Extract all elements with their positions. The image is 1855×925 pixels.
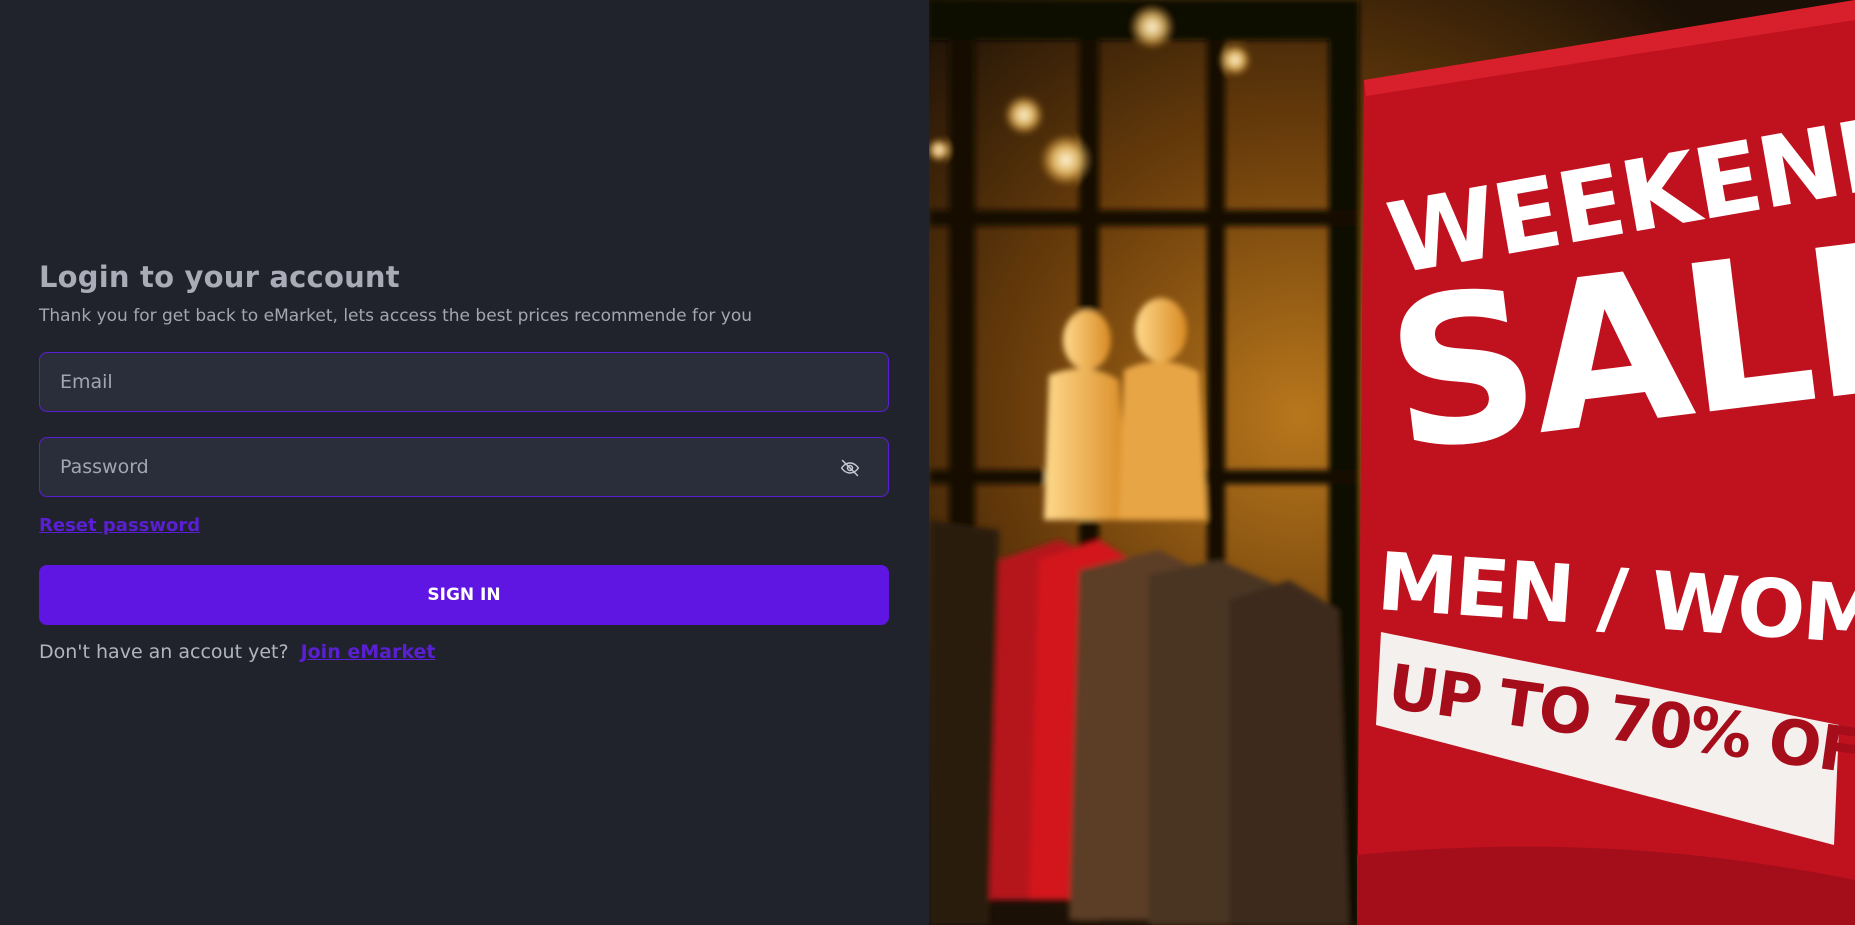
- join-emarket-link[interactable]: Join eMarket: [301, 641, 436, 663]
- email-field-wrapper: [39, 352, 889, 412]
- password-field-wrapper: [39, 437, 889, 497]
- hero-image: WEEKEND SALE MEN / WOMEN UP TO 70% OFF: [929, 0, 1855, 925]
- reset-password-link[interactable]: Reset password: [39, 515, 200, 536]
- signup-row: Don't have an accout yet? Join eMarket: [39, 641, 435, 663]
- email-field[interactable]: [40, 353, 888, 411]
- eye-off-icon[interactable]: [840, 458, 860, 478]
- password-field[interactable]: [40, 438, 888, 496]
- sign-in-button[interactable]: SIGN IN: [39, 565, 889, 625]
- page-title: Login to your account: [39, 260, 400, 294]
- signup-prompt: Don't have an accout yet?: [39, 641, 289, 663]
- login-panel: Login to your account Thank you for get …: [0, 0, 929, 925]
- store-window-illustration: [929, 0, 1855, 925]
- login-page: Login to your account Thank you for get …: [0, 0, 1855, 925]
- page-subtitle: Thank you for get back to eMarket, lets …: [39, 306, 753, 326]
